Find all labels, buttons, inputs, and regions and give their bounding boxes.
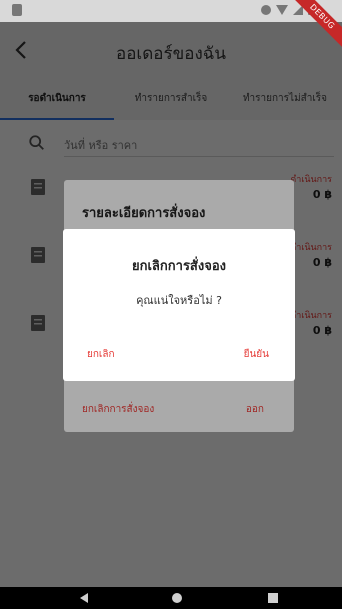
cancel-button[interactable]: ยกเลิก (87, 347, 115, 362)
dialog-message: คุณแน่ใจหรือไม่ ? (136, 294, 222, 307)
status-bar (0, 0, 342, 22)
wifi-icon (276, 4, 288, 15)
nav-home-icon[interactable] (172, 593, 182, 603)
dialog-title: ยกเลิกการสั่งจอง (132, 259, 226, 274)
confirm-button[interactable]: ยืนยัน (244, 347, 269, 362)
screen: ออเดอร์ของฉัน รอดำเนินการ ทำรายการสำเร็จ… (0, 0, 342, 609)
system-nav-bar (0, 587, 342, 609)
confirm-cancel-dialog: ยกเลิกการสั่งจอง คุณแน่ใจหรือไม่ ? ยกเลิ… (63, 229, 295, 381)
nav-back-icon[interactable] (80, 593, 88, 603)
nav-recents-icon[interactable] (268, 593, 278, 603)
alarm-icon (261, 4, 271, 15)
notification-icon (12, 4, 22, 16)
